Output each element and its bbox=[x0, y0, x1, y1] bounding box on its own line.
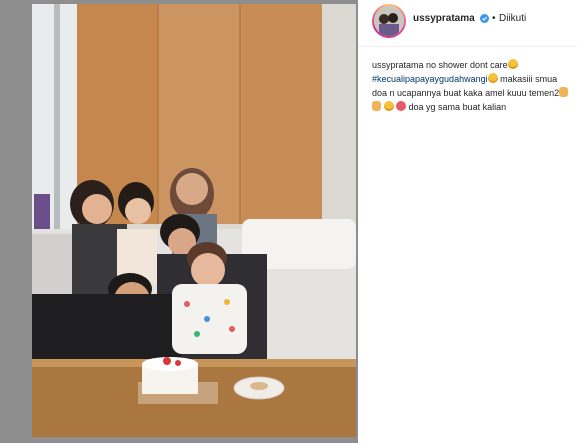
caption-username[interactable]: ussypratama bbox=[372, 60, 424, 70]
caption-hashtag[interactable]: #kecualipapayaygudahwangi bbox=[372, 74, 488, 84]
post-side-panel: ussypratama • Diikuti ussypratama no sho… bbox=[358, 0, 577, 443]
emoji-grin-icon bbox=[507, 59, 518, 69]
emoji-heart-eyes-icon bbox=[396, 101, 407, 111]
separator-dot: • bbox=[492, 13, 496, 24]
verified-badge-icon bbox=[480, 14, 489, 23]
emoji-pray-icon bbox=[372, 101, 381, 111]
emoji-grin-icon bbox=[383, 101, 394, 111]
emoji-pray-icon bbox=[559, 87, 569, 97]
family-photo-image bbox=[32, 4, 356, 437]
avatar-story-ring[interactable] bbox=[372, 4, 406, 38]
avatar[interactable] bbox=[374, 6, 404, 36]
caption-text-line1: no shower dont care bbox=[423, 60, 508, 70]
post-header: ussypratama • Diikuti bbox=[358, 0, 577, 47]
avatar-image bbox=[374, 6, 404, 36]
username-link[interactable]: ussypratama bbox=[413, 13, 475, 24]
following-button[interactable]: Diikuti bbox=[499, 13, 526, 24]
caption-text-line3: doa yg sama buat kalian bbox=[406, 102, 507, 112]
emoji-grin-icon bbox=[487, 73, 498, 83]
post-caption: ussypratama no shower dont care #kecuali… bbox=[372, 58, 572, 114]
post-photo[interactable] bbox=[32, 4, 356, 437]
